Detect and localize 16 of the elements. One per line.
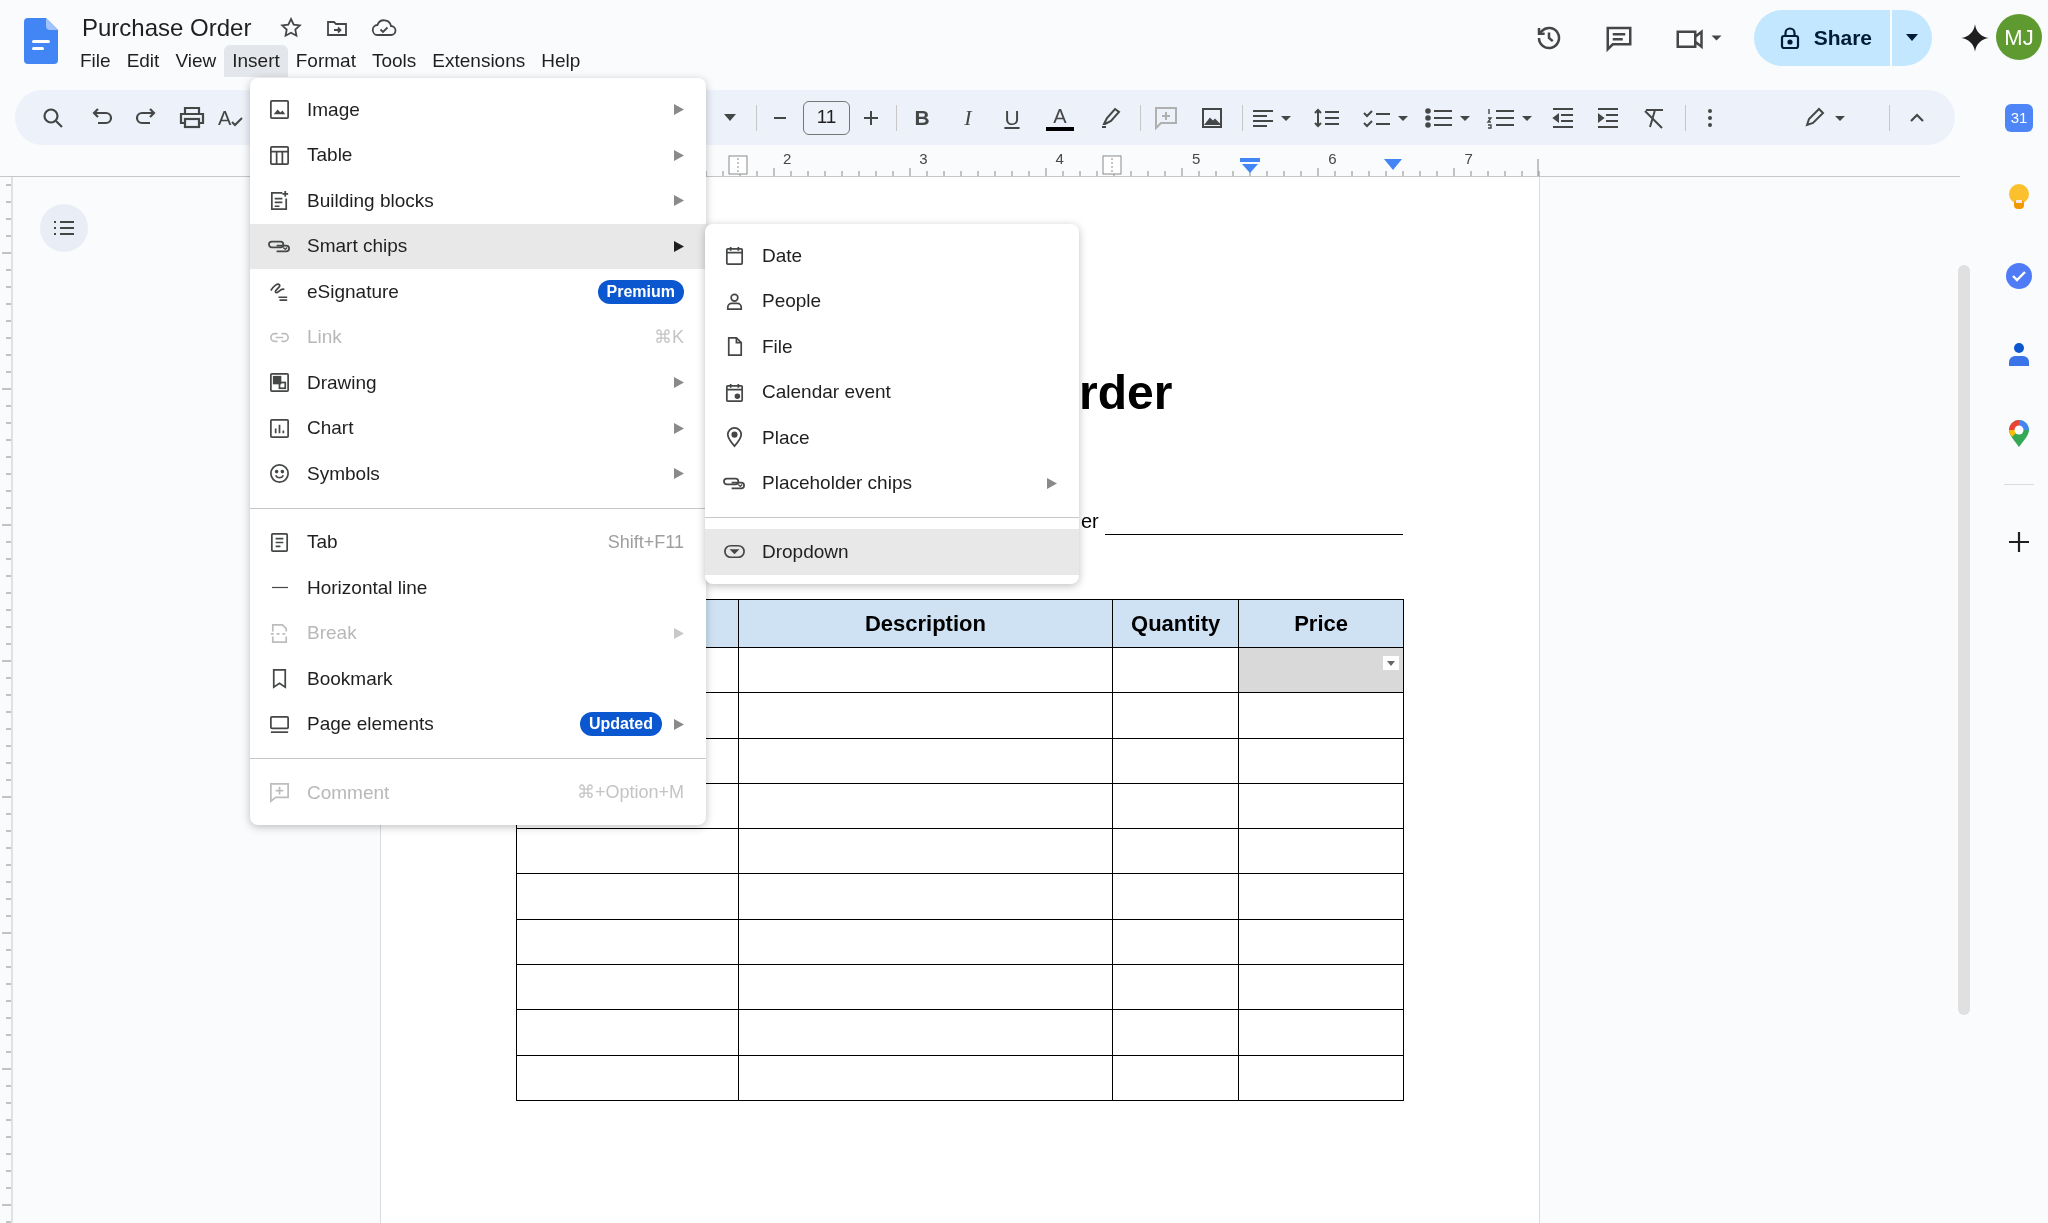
shortcut-text: Shift+F11 bbox=[607, 530, 684, 554]
shortcut-text: ⌘K bbox=[654, 325, 684, 349]
ruler-number: 6 bbox=[1328, 149, 1337, 169]
shortcut-text: ⌘+Option+M bbox=[576, 781, 684, 805]
ruler-number: 4 bbox=[1055, 149, 1064, 169]
ruler-number: 3 bbox=[919, 149, 928, 169]
ruler-number: 7 bbox=[1464, 149, 1473, 169]
table-header-cell: Description bbox=[738, 599, 1113, 648]
document-heading: rder bbox=[1079, 365, 1174, 421]
table-header-cell: Quantity bbox=[1112, 599, 1239, 648]
menu-badge: Premium bbox=[597, 279, 684, 304]
menu-badge: Updated bbox=[580, 712, 662, 737]
ruler-number: 2 bbox=[783, 149, 792, 169]
ruler-number: 5 bbox=[1191, 149, 1201, 169]
field-label: er bbox=[1081, 509, 1099, 534]
table-header-cell: Price bbox=[1238, 599, 1404, 648]
